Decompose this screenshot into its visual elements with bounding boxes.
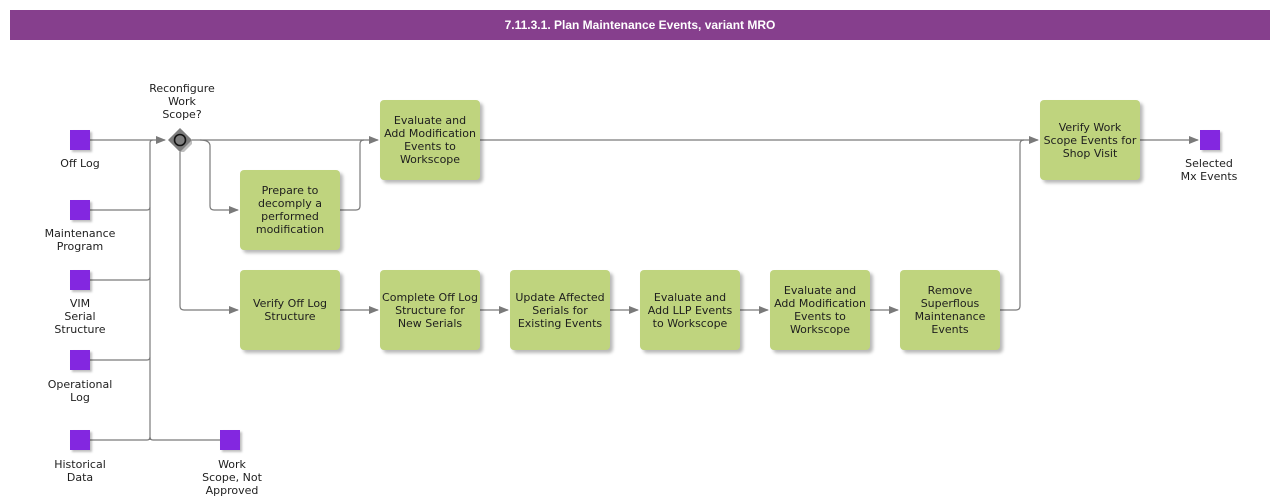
connector-bus [149, 139, 154, 440]
gateway-label: Reconfigure Work Scope? [149, 82, 215, 121]
connector-vim [90, 276, 151, 281]
data-object-operational-log[interactable] [70, 350, 90, 370]
task-complete-off-log-structure[interactable]: Complete Off Log Structure for New Seria… [380, 270, 480, 350]
connector-remove-verify [1000, 139, 1025, 311]
data-label-vim-serial-structure: VIM Serial Structure [54, 297, 106, 336]
data-label-off-log: Off Log [60, 157, 100, 170]
data-object-selected-mx-events[interactable] [1200, 130, 1220, 150]
data-label-work-scope-not-approved: Work Scope, Not Approved [202, 458, 262, 497]
task-evaluate-add-modification-bottom[interactable]: Evaluate and Add Modification Events to … [770, 270, 870, 350]
data-label-selected-mx-events: Selected Mx Events [1180, 157, 1238, 183]
task-prepare-decomply[interactable]: Prepare to decomply a performed modifica… [240, 170, 340, 250]
connector-prepare-eval [340, 139, 365, 211]
connectors [90, 136, 1199, 441]
connector-not-approved [149, 436, 220, 441]
task-update-affected-serials[interactable]: Update Affected Serials for Existing Eve… [510, 270, 610, 350]
data-object-historical-data[interactable] [70, 430, 90, 450]
task-remove-superflous-events[interactable]: Remove Superflous Maintenance Events [900, 270, 1000, 350]
task-verify-off-log-structure[interactable]: Verify Off Log Structure [240, 270, 340, 350]
task-evaluate-add-llp-events[interactable]: Evaluate and Add LLP Events to Workscope [640, 270, 740, 350]
connector-gateway-verify [179, 152, 239, 314]
data-object-vim-serial-structure[interactable] [70, 270, 90, 290]
connector-historical [90, 436, 151, 441]
connector-operational-log [90, 356, 151, 361]
data-label-historical-data: Historical Data [54, 458, 106, 484]
event-based-gateway-icon[interactable] [168, 128, 192, 152]
connector-maintenance-program [90, 206, 151, 211]
data-object-maintenance-program[interactable] [70, 200, 90, 220]
task-evaluate-add-modification-top[interactable]: Evaluate and Add Modification Events to … [380, 100, 480, 180]
data-object-off-log[interactable] [70, 130, 90, 150]
data-label-operational-log: Operational Log [47, 378, 113, 404]
task-verify-work-scope-events[interactable]: Verify Work Scope Events for Shop Visit [1040, 100, 1140, 180]
data-label-maintenance-program: Maintenance Program [44, 227, 116, 253]
connector-gateway-prepare [199, 139, 239, 214]
data-object-work-scope-not-approved[interactable] [220, 430, 240, 450]
